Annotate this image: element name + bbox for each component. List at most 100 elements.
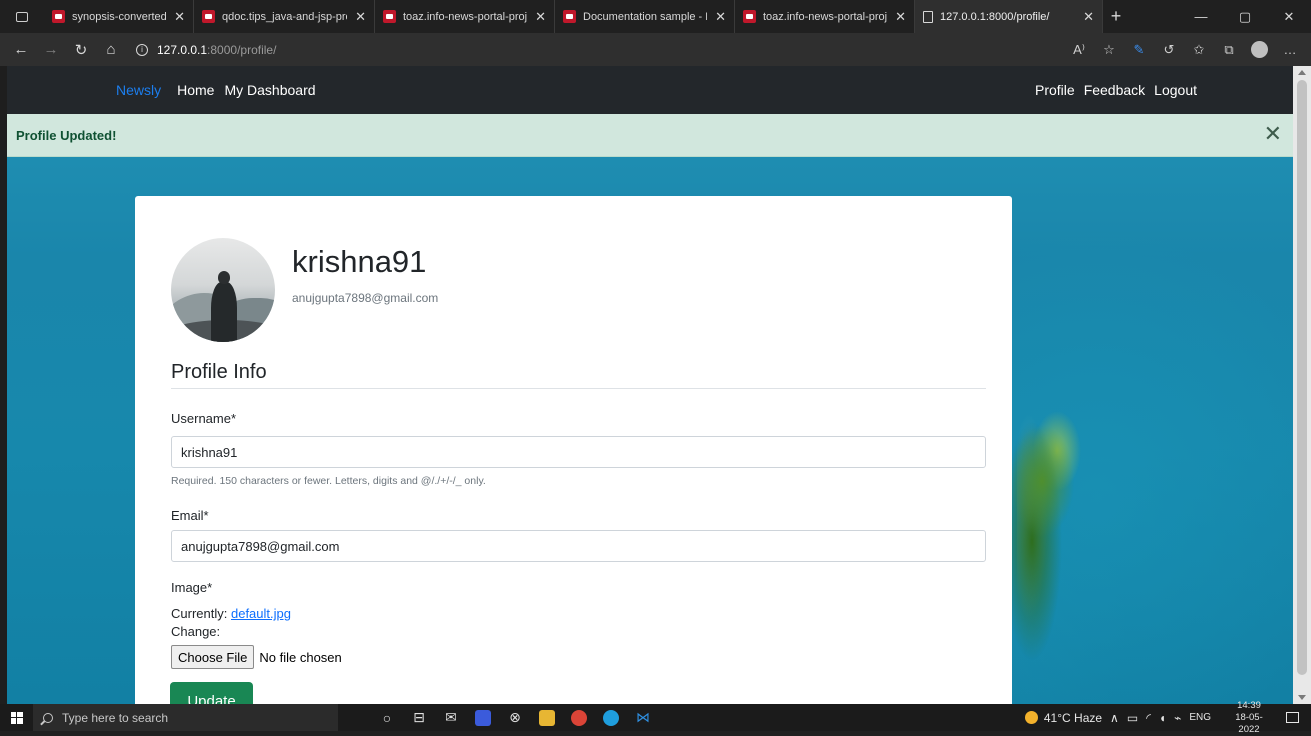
- favorites-icon[interactable]: ✩: [1184, 33, 1214, 66]
- back-icon[interactable]: ←: [6, 33, 36, 66]
- more-menu-icon[interactable]: …: [1275, 33, 1305, 66]
- wifi-icon[interactable]: ◜: [1146, 711, 1151, 725]
- file-explorer-icon[interactable]: [531, 704, 563, 731]
- start-button[interactable]: [0, 704, 33, 731]
- battery-icon[interactable]: ▭: [1127, 711, 1138, 725]
- avatar-figure: [211, 282, 237, 342]
- new-tab-button[interactable]: +: [1103, 0, 1129, 33]
- app-tile-icon: [475, 709, 491, 726]
- choose-file-button[interactable]: Choose File: [171, 645, 255, 669]
- language-indicator[interactable]: ENG: [1189, 712, 1211, 723]
- nav-feedback-link[interactable]: Feedback: [1084, 82, 1145, 98]
- close-icon[interactable]: ✕: [535, 9, 546, 25]
- weather-icon: [1024, 711, 1038, 724]
- clock-time: 14:39: [1237, 699, 1261, 711]
- current-image-link[interactable]: default.jpg: [231, 606, 291, 621]
- browser-tab[interactable]: qdoc.tips_java-and-jsp-proj ✕: [194, 0, 375, 33]
- window-controls: — ▢ ✕: [1179, 0, 1311, 33]
- url-host: 127.0.0.1: [157, 42, 208, 57]
- minimize-icon[interactable]: —: [1179, 0, 1223, 33]
- refresh-icon[interactable]: ↻: [66, 33, 96, 66]
- page-scrollbar[interactable]: [1293, 66, 1311, 704]
- task-view-icon[interactable]: ⊟: [403, 704, 435, 731]
- windows-taskbar: Type here to search ○ ⊟ ✉ ⊗ ⋈ 41°C Haze …: [0, 700, 1311, 735]
- browser-tab-active[interactable]: 127.0.0.1:8000/profile/ ✕: [915, 0, 1103, 33]
- taskbar-search[interactable]: Type here to search: [33, 704, 338, 731]
- avatar-figure-head: [218, 271, 230, 284]
- email-input[interactable]: anujgupta7898@gmail.com: [171, 530, 986, 562]
- favorites-add-icon[interactable]: ☆: [1094, 33, 1124, 66]
- site-navbar: Newsly Home My Dashboard Profile Feedbac…: [7, 66, 1293, 114]
- username-value: krishna91: [181, 444, 238, 460]
- browser-tab-bar: synopsis-converted.pdf ✕ qdoc.tips_java-…: [0, 0, 1311, 33]
- background-island: [1012, 341, 1082, 701]
- browser-tab[interactable]: synopsis-converted.pdf ✕: [44, 0, 194, 33]
- scroll-up-icon[interactable]: [1298, 70, 1306, 75]
- home-icon[interactable]: ⌂: [96, 33, 126, 66]
- refresh-extension-icon[interactable]: ↺: [1154, 33, 1184, 66]
- pen-icon[interactable]: ⌁: [1174, 711, 1181, 725]
- taskbar-apps: ○ ⊟ ✉ ⊗ ⋈: [371, 704, 659, 731]
- notification-icon: [1285, 712, 1299, 723]
- close-icon[interactable]: ✕: [174, 9, 185, 25]
- windows-logo-icon: [10, 711, 23, 724]
- tab-title: toaz.info-news-portal-proje: [403, 10, 528, 23]
- volume-icon[interactable]: ◖: [1159, 711, 1166, 725]
- extension-icon[interactable]: ✎: [1124, 33, 1154, 66]
- nav-right: Profile Feedback Logout: [1026, 66, 1197, 114]
- restore-icon[interactable]: ▢: [1223, 0, 1267, 33]
- clock[interactable]: 14:39 18-05-2022: [1225, 700, 1273, 736]
- clock-date: 18-05-2022: [1235, 711, 1263, 735]
- close-icon[interactable]: ✕: [355, 9, 366, 25]
- pdf-icon: [52, 10, 65, 23]
- xbox-icon[interactable]: ⊗: [499, 704, 531, 731]
- nav-dashboard-link[interactable]: My Dashboard: [224, 82, 315, 98]
- username-label: Username*: [171, 411, 237, 426]
- close-icon[interactable]: ✕: [1083, 9, 1094, 25]
- alert-message: Profile Updated!: [16, 127, 117, 143]
- read-aloud-icon[interactable]: A⁾: [1064, 33, 1094, 66]
- window-left-edge: [0, 66, 7, 704]
- username-input[interactable]: krishna91: [171, 436, 986, 468]
- close-alert-icon[interactable]: ✕: [1264, 123, 1282, 145]
- nav-logout-link[interactable]: Logout: [1154, 82, 1197, 98]
- username-help-text: Required. 150 characters or fewer. Lette…: [171, 475, 486, 487]
- forward-icon[interactable]: →: [36, 33, 66, 66]
- system-tray: 41°C Haze ∧ ▭ ◜ ◖ ⌁ ENG 14:39 18-05-2022: [1024, 700, 1311, 735]
- pdf-icon: [383, 10, 396, 23]
- page-viewport: Newsly Home My Dashboard Profile Feedbac…: [7, 66, 1293, 704]
- vscode-icon[interactable]: ⋈: [627, 704, 659, 731]
- tab-title: Documentation sample - Ed: [583, 10, 708, 23]
- nav-profile-link[interactable]: Profile: [1035, 82, 1075, 98]
- close-icon[interactable]: ✕: [895, 9, 906, 25]
- tab-actions-button[interactable]: [0, 0, 44, 33]
- edge-icon[interactable]: [595, 704, 627, 731]
- browser-tab[interactable]: toaz.info-news-portal-proje ✕: [735, 0, 915, 33]
- currently-label: Currently:: [171, 606, 228, 621]
- mail-icon[interactable]: ✉: [435, 704, 467, 731]
- pdf-icon: [743, 10, 756, 23]
- collections-icon[interactable]: ⧉: [1214, 33, 1244, 66]
- close-icon[interactable]: ✕: [715, 9, 726, 25]
- update-button[interactable]: Update: [170, 682, 253, 704]
- browser-tab[interactable]: toaz.info-news-portal-proje ✕: [375, 0, 555, 33]
- address-bar: ← → ↻ ⌂ i 127.0.0.1:8000/profile/ A⁾ ☆ ✎…: [0, 33, 1311, 66]
- url-field[interactable]: i 127.0.0.1:8000/profile/: [136, 33, 276, 66]
- brand-link[interactable]: Newsly: [116, 82, 161, 98]
- profile-avatar-icon[interactable]: [1251, 41, 1268, 58]
- chevron-up-icon[interactable]: ∧: [1110, 711, 1119, 725]
- site-info-icon[interactable]: i: [136, 43, 148, 56]
- weather-text[interactable]: 41°C Haze: [1044, 711, 1102, 725]
- app-icon[interactable]: [467, 704, 499, 731]
- scroll-down-icon[interactable]: [1298, 695, 1306, 700]
- cortana-icon[interactable]: ○: [371, 704, 403, 731]
- chrome-icon[interactable]: [563, 704, 595, 731]
- notifications-button[interactable]: [1273, 704, 1311, 731]
- pdf-icon: [202, 10, 215, 23]
- nav-home-link[interactable]: Home: [177, 82, 214, 98]
- page-icon: [923, 10, 933, 23]
- scrollbar-thumb[interactable]: [1297, 80, 1307, 675]
- browser-tab[interactable]: Documentation sample - Ed ✕: [555, 0, 735, 33]
- current-image: Currently: default.jpg: [171, 606, 291, 621]
- close-window-icon[interactable]: ✕: [1267, 0, 1311, 33]
